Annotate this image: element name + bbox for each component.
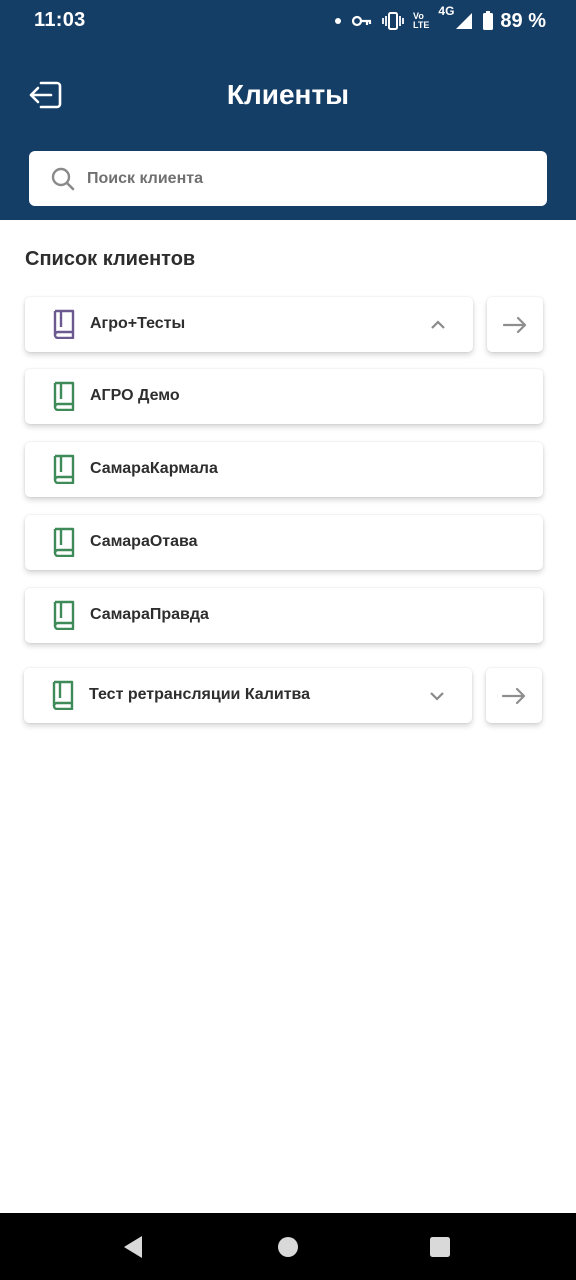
battery-percent: 89 % bbox=[500, 9, 546, 32]
book-icon bbox=[53, 454, 75, 484]
client-label: АГРО Демо bbox=[90, 387, 180, 404]
network-type: 4G bbox=[438, 4, 455, 18]
vibrate-icon bbox=[382, 12, 404, 30]
volte-bottom: LTE bbox=[413, 20, 430, 30]
open-client-button-agro-tests[interactable] bbox=[487, 297, 543, 352]
volte-indicator: Vo LTE bbox=[413, 12, 429, 30]
client-label: СамараПравда bbox=[90, 606, 209, 623]
nav-back-button[interactable] bbox=[103, 1213, 163, 1280]
client-item-samara-otava[interactable]: СамараОтава bbox=[25, 515, 543, 570]
chevron-up-icon[interactable] bbox=[431, 320, 445, 330]
search-input[interactable] bbox=[87, 169, 507, 188]
open-client-button-kalitva[interactable] bbox=[486, 668, 542, 723]
system-nav-bar bbox=[0, 1213, 576, 1280]
client-label: СамараОтава bbox=[90, 533, 198, 550]
recents-square-icon bbox=[430, 1236, 450, 1257]
app-header: 11:03 Vo LTE 4G 89 % Клиенты bbox=[0, 0, 576, 220]
client-item-agro-demo[interactable]: АГРО Демо bbox=[25, 369, 543, 424]
nav-home-button[interactable] bbox=[258, 1213, 318, 1280]
signal-icon bbox=[456, 13, 473, 29]
battery-icon bbox=[483, 11, 494, 30]
book-icon bbox=[53, 527, 75, 557]
vpn-key-icon bbox=[351, 15, 372, 27]
client-item-samara-pravda[interactable]: СамараПравда bbox=[25, 588, 543, 643]
page-title: Клиенты bbox=[226, 79, 350, 110]
back-triangle-icon bbox=[124, 1235, 142, 1258]
status-icons: Vo LTE 4G 89 % bbox=[334, 4, 546, 34]
book-icon bbox=[53, 381, 75, 411]
status-bar: 11:03 Vo LTE 4G 89 % bbox=[0, 0, 576, 44]
nav-recents-button[interactable] bbox=[410, 1213, 470, 1280]
search-box[interactable] bbox=[29, 151, 547, 206]
notification-dot-icon bbox=[335, 18, 342, 24]
client-item-agro-tests[interactable]: Агро+Тесты bbox=[25, 297, 473, 352]
client-item-samara-karmala[interactable]: СамараКармала bbox=[25, 442, 543, 497]
arrow-right-icon bbox=[502, 316, 527, 333]
chevron-down-icon[interactable] bbox=[430, 691, 444, 701]
arrow-right-icon bbox=[501, 687, 526, 704]
book-icon bbox=[52, 680, 74, 710]
book-icon bbox=[53, 600, 75, 630]
client-label: Тест ретрансляции Калитва bbox=[89, 686, 311, 703]
status-time: 11:03 bbox=[34, 9, 86, 31]
section-title: Список клиентов bbox=[25, 248, 196, 270]
home-circle-icon bbox=[278, 1236, 298, 1257]
client-label: СамараКармала bbox=[90, 460, 218, 477]
search-icon bbox=[51, 167, 75, 190]
book-icon bbox=[53, 309, 75, 339]
client-label: Агро+Тесты bbox=[90, 315, 186, 332]
client-item-kalitva[interactable]: Тест ретрансляции Калитва bbox=[24, 668, 472, 723]
